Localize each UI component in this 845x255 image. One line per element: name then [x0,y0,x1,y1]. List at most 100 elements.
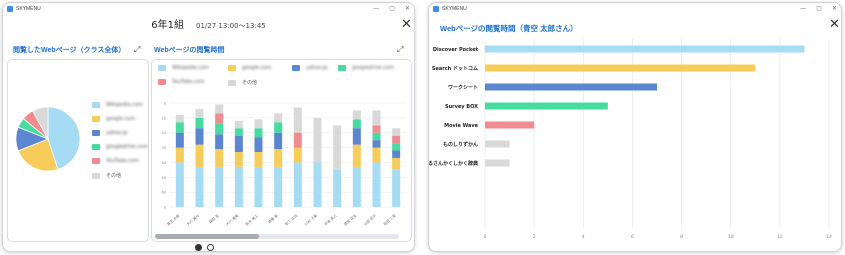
stacked-bar-segment [274,132,283,150]
stacked-bar-segment [392,135,401,144]
stacked-bar-segment [352,119,361,129]
pie-legend-item: yahoo.jp [92,130,127,136]
stacked-bar-segment [234,166,243,207]
stacked-bar-segment [195,117,204,129]
x-tick-label: 6 [631,234,634,240]
stacked-bar-segment [313,162,322,207]
stacked-bar-segment [175,132,184,148]
y-category-label: Movie Wave [444,123,478,129]
page-indicator [195,244,214,251]
pie-legend-label: google.com [106,116,136,122]
maximize-button[interactable]: ▢ [389,3,395,15]
stacked-bar-segment [175,114,184,123]
y-tick-label: 0 [164,206,166,210]
y-category-label: ワークシート [448,84,478,91]
page-dot-1[interactable] [195,244,202,251]
y-category-label: Discover Pocket [433,47,479,53]
pie-chart [15,106,81,172]
y-category-label: Survey BOX [445,104,478,110]
pie-legend-swatch [92,102,100,108]
stacked-bar-segment [274,149,283,167]
stacked-bar-segment [175,147,184,163]
page-dot-2[interactable] [207,244,214,251]
minimize-button[interactable]: — [373,3,379,15]
expand-pie-icon[interactable]: ⤢ [134,46,140,54]
stacked-bar-segment [215,134,224,150]
stacked-bar-segment [195,108,204,118]
pie-legend-item: YouTube.com [92,158,139,164]
stacked-bar-segment [195,128,204,145]
stacked-bar-segment [333,125,342,170]
stacked-bar-segment [293,147,302,163]
stacked-bar-segment [392,157,401,170]
x-tick-label: 佐藤 美 [267,213,279,225]
student-report-window: SKYMENU — ▢ ✕ ✕ Webページの閲覧時間（青空 太郎さん） Dis… [428,2,842,252]
horizontal-bar [485,159,510,167]
x-tick-label: 鈴木 美人 [244,213,259,227]
x-tick-label: 中本 秀人 [323,213,338,227]
scrollbar-thumb[interactable] [155,234,259,239]
x-tick-label: 名田 三花 [382,213,397,227]
class-name: 6年1組 [151,20,184,31]
pie-legend-item: google.com [92,116,135,122]
stacked-bar-segment [372,162,381,207]
horizontal-bar [485,121,535,129]
stacked-bar-segment [215,123,224,135]
stacked-bar-segment [372,147,381,163]
bar-card: Wikipedia.com google.com yahoo.jp googledri… [151,59,412,242]
stacked-bar-segment [392,128,401,136]
pie-legend-label: その他 [106,173,122,179]
x-tick-label: 14 [826,234,832,240]
x-tick-label: 4 [582,234,585,240]
stacked-bar-segment [254,152,263,167]
stacked-bar-segment [392,169,401,207]
y-tick-label: 60 [162,191,166,195]
y-category-label: Search ドットコム [432,66,478,72]
stacked-bar-segment [254,166,263,207]
x-tick-label: 青空 太郎 [166,213,181,227]
title-bar: SKYMENU [3,3,414,15]
x-tick-label: 山田 花子 [362,213,377,227]
x-tick-label: 0 [484,234,487,240]
stacked-bar-segment [372,132,381,141]
stacked-bar-segment [372,110,381,126]
horizontal-bar [485,83,657,91]
stacked-bar-segment [195,144,204,167]
skymenu-logo-icon [7,6,13,12]
class-report-window: SKYMENU — ▢ ✕ ✕ 6年1組 01/27 13:00〜13:45 閲… [2,2,415,252]
y-tick-label: 10 [162,116,166,120]
stacked-bar-segment [254,128,263,138]
stacked-bar-segment [352,166,361,207]
stacked-bar-segment [234,128,243,136]
stacked-bar-segment [293,107,302,133]
expand-bar-icon[interactable]: ⤢ [397,46,403,54]
pie-legend-swatch [92,130,100,136]
pie-legend-swatch [92,172,100,179]
x-tick-label: 12 [777,234,783,240]
stacked-bar-segment [274,166,283,207]
stacked-bar-segment [234,135,243,153]
horizontal-bar [485,64,756,72]
stacked-bar-segment [293,132,302,148]
horizontal-scrollbar[interactable] [155,234,399,239]
pie-legend-swatch [92,158,100,164]
y-tick-label: 50 [162,176,166,180]
stacked-bar-segment [175,122,184,133]
stacked-bar-segment [215,104,224,114]
x-tick-label: 2 [533,234,536,240]
pie-legend-item: その他 [92,172,121,179]
window-close-button[interactable]: ✕ [405,3,410,15]
pie-legend-swatch [92,144,100,150]
stacked-bar-segment [372,125,381,133]
stacked-bar-segment [352,144,361,167]
stacked-bar-segment [234,152,243,167]
pie-card: Wikipedia.com google.com yahoo.jp googledri… [7,59,149,242]
session-time: 01/27 13:00〜13:45 [195,22,266,30]
x-tick-label: 西宮 花音 [343,213,358,227]
pie-legend-label: googledrive.com [106,144,148,150]
y-tick-label: 20 [162,131,166,135]
stacked-bar-segment [175,162,184,207]
pie-legend-item: googledrive.com [92,144,148,150]
y-tick-label: 0 [164,102,166,106]
y-category-label: まるさんかくしかく辞典 [429,160,478,167]
